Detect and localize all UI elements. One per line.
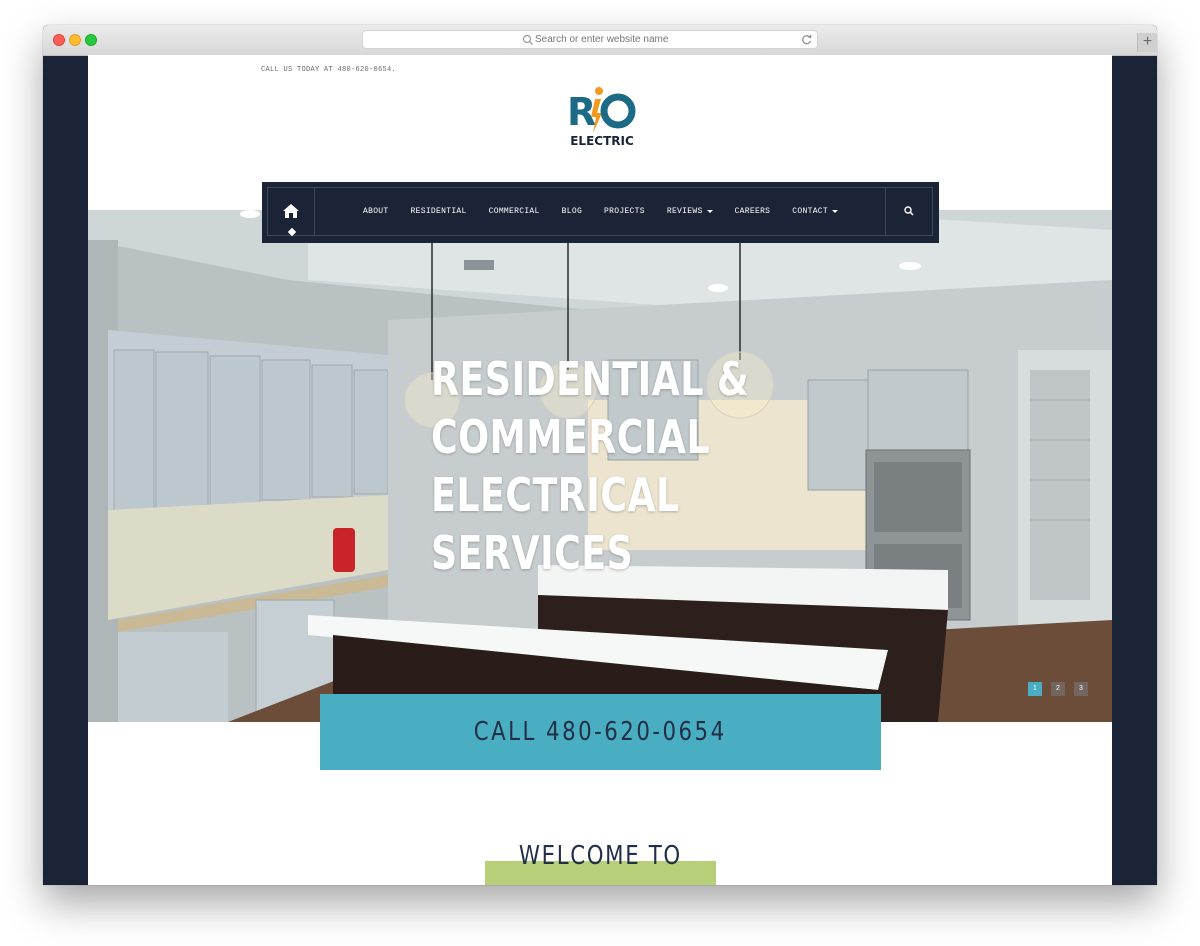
nav-item-label: CONTACT [792,207,829,216]
nav-item-label: BLOG [561,207,583,216]
search-icon [522,34,533,45]
call-to-action-button[interactable]: CALL 480-620-0654 [320,694,881,770]
reload-icon[interactable] [800,33,813,46]
address-bar[interactable] [362,30,818,49]
slide-dot-2[interactable]: 2 [1051,682,1065,696]
slide-dot-3[interactable]: 3 [1074,682,1088,696]
hero-title-line: COMMERCIAL [431,410,711,464]
hero-slider: RESIDENTIAL & COMMERCIAL ELECTRICAL SERV… [88,210,1112,722]
nav-item-contact[interactable]: CONTACT [792,207,839,216]
browser-titlebar: + [43,25,1157,56]
hero-title: RESIDENTIAL & COMMERCIAL ELECTRICAL SERV… [431,350,765,582]
nav-item-careers[interactable]: CAREERS [735,207,771,216]
nav-item-reviews[interactable]: REVIEWS [667,207,713,216]
nav-item-label: PROJECTS [604,207,645,216]
hero-title-line: RESIDENTIAL & [431,352,750,406]
nav-item-label: COMMERCIAL [488,207,540,216]
cta-label: CALL 480-620-0654 [474,717,727,747]
welcome-heading: WELCOME TO [88,841,1112,871]
slide-dot-1[interactable]: 1 [1028,682,1042,696]
nav-item-label: CAREERS [734,207,771,216]
web-page: CALL US TODAY AT 480-620-0654. R ELECTRI… [88,55,1112,885]
nav-item-about[interactable]: ABOUT [363,207,389,216]
nav-item-commercial[interactable]: COMMERCIAL [489,207,540,216]
chevron-down-icon [832,210,839,213]
chevron-down-icon [706,210,713,213]
nav-search-button[interactable] [885,188,932,235]
maximize-window-button[interactable] [85,34,97,46]
nav-item-blog[interactable]: BLOG [562,207,582,216]
nav-item-label: REVIEWS [666,207,703,216]
close-window-button[interactable] [53,34,65,46]
hero-title-line: SERVICES [431,526,634,580]
minimize-window-button[interactable] [69,34,81,46]
svg-text:R: R [567,90,596,134]
nav-menu: ABOUT RESIDENTIAL COMMERCIAL BLOG PROJEC… [363,188,860,235]
hero-title-line: ELECTRICAL [431,468,680,522]
nav-item-label: RESIDENTIAL [410,207,467,216]
main-navigation: ABOUT RESIDENTIAL COMMERCIAL BLOG PROJEC… [262,182,939,243]
new-tab-button[interactable]: + [1137,33,1157,52]
logo-text: ELECTRIC [570,134,634,148]
search-icon [904,206,914,216]
home-icon [283,204,299,218]
address-input[interactable] [535,32,775,47]
nav-item-label: ABOUT [363,207,389,216]
welcome-heading-text: WELCOME TO [518,841,682,871]
browser-window: + CALL US TODAY AT 480-620-0654. R ELECT… [43,25,1157,885]
call-us-text: CALL US TODAY AT 480-620-0654. [261,66,397,74]
rio-electric-logo[interactable]: R ELECTRIC [566,83,638,149]
nav-item-residential[interactable]: RESIDENTIAL [411,207,467,216]
nav-item-projects[interactable]: PROJECTS [604,207,645,216]
active-indicator-icon [287,227,297,237]
slider-pagination: 1 2 3 [1028,682,1088,696]
nav-home-button[interactable] [268,188,315,237]
